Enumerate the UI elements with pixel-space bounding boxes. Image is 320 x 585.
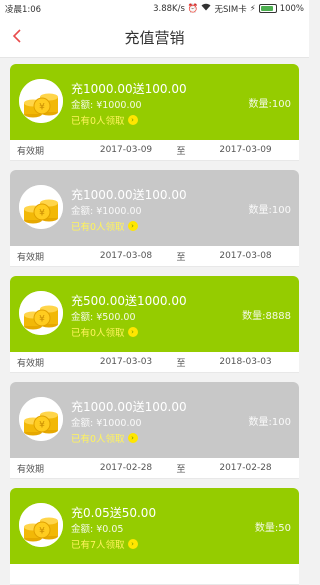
wifi-icon <box>201 3 211 14</box>
back-button[interactable] <box>6 25 28 47</box>
validity-start: 2017-03-09 <box>99 145 153 155</box>
claimed-count: 已有0人领取 <box>71 116 125 127</box>
svg-text:¥: ¥ <box>39 103 45 113</box>
battery-icon <box>258 4 277 13</box>
coins-icon: ¥ <box>19 503 63 547</box>
coupon-title: 充500.00送1000.00 <box>71 294 187 308</box>
coupon-card-body[interactable]: ¥ 充500.00送1000.00 金额: ¥500.00 已有0人领取 › 数… <box>10 276 299 352</box>
validity-row <box>10 564 299 585</box>
coupon-card-body[interactable]: ¥ 充1000.00送100.00 金额: ¥1000.00 已有0人领取 › … <box>10 64 299 140</box>
validity-label: 有效期 <box>17 358 45 369</box>
coupon-quantity: 数量:50 <box>254 523 291 534</box>
chevron-left-icon <box>12 29 21 43</box>
validity-start: 2017-03-08 <box>99 251 153 261</box>
svg-text:¥: ¥ <box>39 315 45 325</box>
claimed-count: 已有0人领取 <box>71 222 125 233</box>
coupon-title: 充1000.00送100.00 <box>71 400 187 414</box>
coupon-claimed[interactable]: 已有0人领取 › <box>71 431 138 445</box>
svg-text:¥: ¥ <box>39 209 45 219</box>
charging-icon: ⚡ <box>249 3 256 14</box>
net-speed: 3.88K/s <box>153 3 185 14</box>
clock-icon: ⏰ <box>187 3 199 14</box>
coupon-claimed[interactable]: 已有0人领取 › <box>71 113 138 127</box>
coupon-claimed[interactable]: 已有0人领取 › <box>71 325 138 339</box>
validity-row: 有效期 2017-02-28 至 2017-02-28 <box>10 458 299 479</box>
coupon-amount: 金额: ¥1000.00 <box>71 206 142 217</box>
coins-icon: ¥ <box>19 397 63 441</box>
validity-end: 2018-03-03 <box>219 357 272 367</box>
coins-icon: ¥ <box>19 291 63 335</box>
coupon-card-body[interactable]: ¥ 充1000.00送100.00 金额: ¥1000.00 已有0人领取 › … <box>10 382 299 458</box>
validity-label: 有效期 <box>17 252 45 263</box>
coupon-card-body[interactable]: ¥ 充1000.00送100.00 金额: ¥1000.00 已有0人领取 › … <box>10 170 299 246</box>
validity-label: 有效期 <box>17 146 45 157</box>
chevron-right-icon: › <box>127 221 138 231</box>
status-time: 凌晨1:06 <box>5 4 42 15</box>
coupon-amount: 金额: ¥1000.00 <box>71 418 142 429</box>
coupon-card[interactable]: ¥ 充1000.00送100.00 金额: ¥1000.00 已有0人领取 › … <box>10 64 299 161</box>
coupon-title: 充0.05送50.00 <box>71 506 157 520</box>
validity-end: 2017-03-08 <box>219 251 272 261</box>
validity-to: 至 <box>176 358 186 369</box>
coupon-card-body[interactable]: ¥ 充0.05送50.00 金额: ¥0.05 已有7人领取 › 数量:50 <box>10 488 299 564</box>
coupon-claimed[interactable]: 已有0人领取 › <box>71 219 138 233</box>
coupon-claimed[interactable]: 已有7人领取 › <box>71 537 138 551</box>
coupon-amount: 金额: ¥1000.00 <box>71 100 142 111</box>
validity-row: 有效期 2017-03-09 至 2017-03-09 <box>10 140 299 161</box>
validity-to: 至 <box>176 146 186 157</box>
validity-to: 至 <box>176 252 186 263</box>
coupon-amount: 金额: ¥0.05 <box>71 524 124 535</box>
coupon-title: 充1000.00送100.00 <box>71 82 187 96</box>
svg-text:¥: ¥ <box>39 421 45 431</box>
coupon-quantity: 数量:8888 <box>242 311 291 322</box>
coupon-card[interactable]: ¥ 充500.00送1000.00 金额: ¥500.00 已有0人领取 › 数… <box>10 276 299 373</box>
claimed-count: 已有0人领取 <box>71 328 125 339</box>
chevron-right-icon: › <box>127 433 138 443</box>
coupon-card[interactable]: ¥ 充1000.00送100.00 金额: ¥1000.00 已有0人领取 › … <box>10 170 299 267</box>
coupon-title: 充1000.00送100.00 <box>71 188 187 202</box>
status-bar: 凌晨1:06 3.88K/s ⏰ 无SIM卡 ⚡ 100% <box>0 0 309 17</box>
coupon-amount: 金额: ¥500.00 <box>71 312 136 323</box>
status-right: 3.88K/s ⏰ 无SIM卡 ⚡ 100% <box>153 3 304 15</box>
chevron-right-icon: › <box>127 327 138 337</box>
validity-start: 2017-03-03 <box>99 357 153 367</box>
page-title: 充值营销 <box>124 28 185 47</box>
coupon-quantity: 数量:100 <box>248 99 291 110</box>
coupon-card[interactable]: ¥ 充0.05送50.00 金额: ¥0.05 已有7人领取 › 数量:50 <box>10 488 299 585</box>
coins-icon: ¥ <box>19 79 63 123</box>
validity-end: 2017-02-28 <box>219 463 272 473</box>
coupon-card[interactable]: ¥ 充1000.00送100.00 金额: ¥1000.00 已有0人领取 › … <box>10 382 299 479</box>
chevron-right-icon: › <box>127 539 138 549</box>
validity-row: 有效期 2017-03-03 至 2018-03-03 <box>10 352 299 373</box>
battery-percent: 100% <box>279 3 304 14</box>
coins-icon: ¥ <box>19 185 63 229</box>
chevron-right-icon: › <box>127 115 138 125</box>
coupon-quantity: 数量:100 <box>248 205 291 216</box>
svg-text:¥: ¥ <box>39 527 45 537</box>
header-bar: 充值营销 <box>0 17 309 58</box>
coupon-list: ¥ 充1000.00送100.00 金额: ¥1000.00 已有0人领取 › … <box>0 58 309 585</box>
validity-start: 2017-02-28 <box>99 463 153 473</box>
validity-end: 2017-03-09 <box>219 145 272 155</box>
validity-to: 至 <box>176 464 186 475</box>
validity-label: 有效期 <box>17 464 45 475</box>
claimed-count: 已有0人领取 <box>71 434 125 445</box>
coupon-quantity: 数量:100 <box>248 417 291 428</box>
sim-status: 无SIM卡 <box>214 4 247 15</box>
validity-row: 有效期 2017-03-08 至 2017-03-08 <box>10 246 299 267</box>
claimed-count: 已有7人领取 <box>71 540 125 551</box>
